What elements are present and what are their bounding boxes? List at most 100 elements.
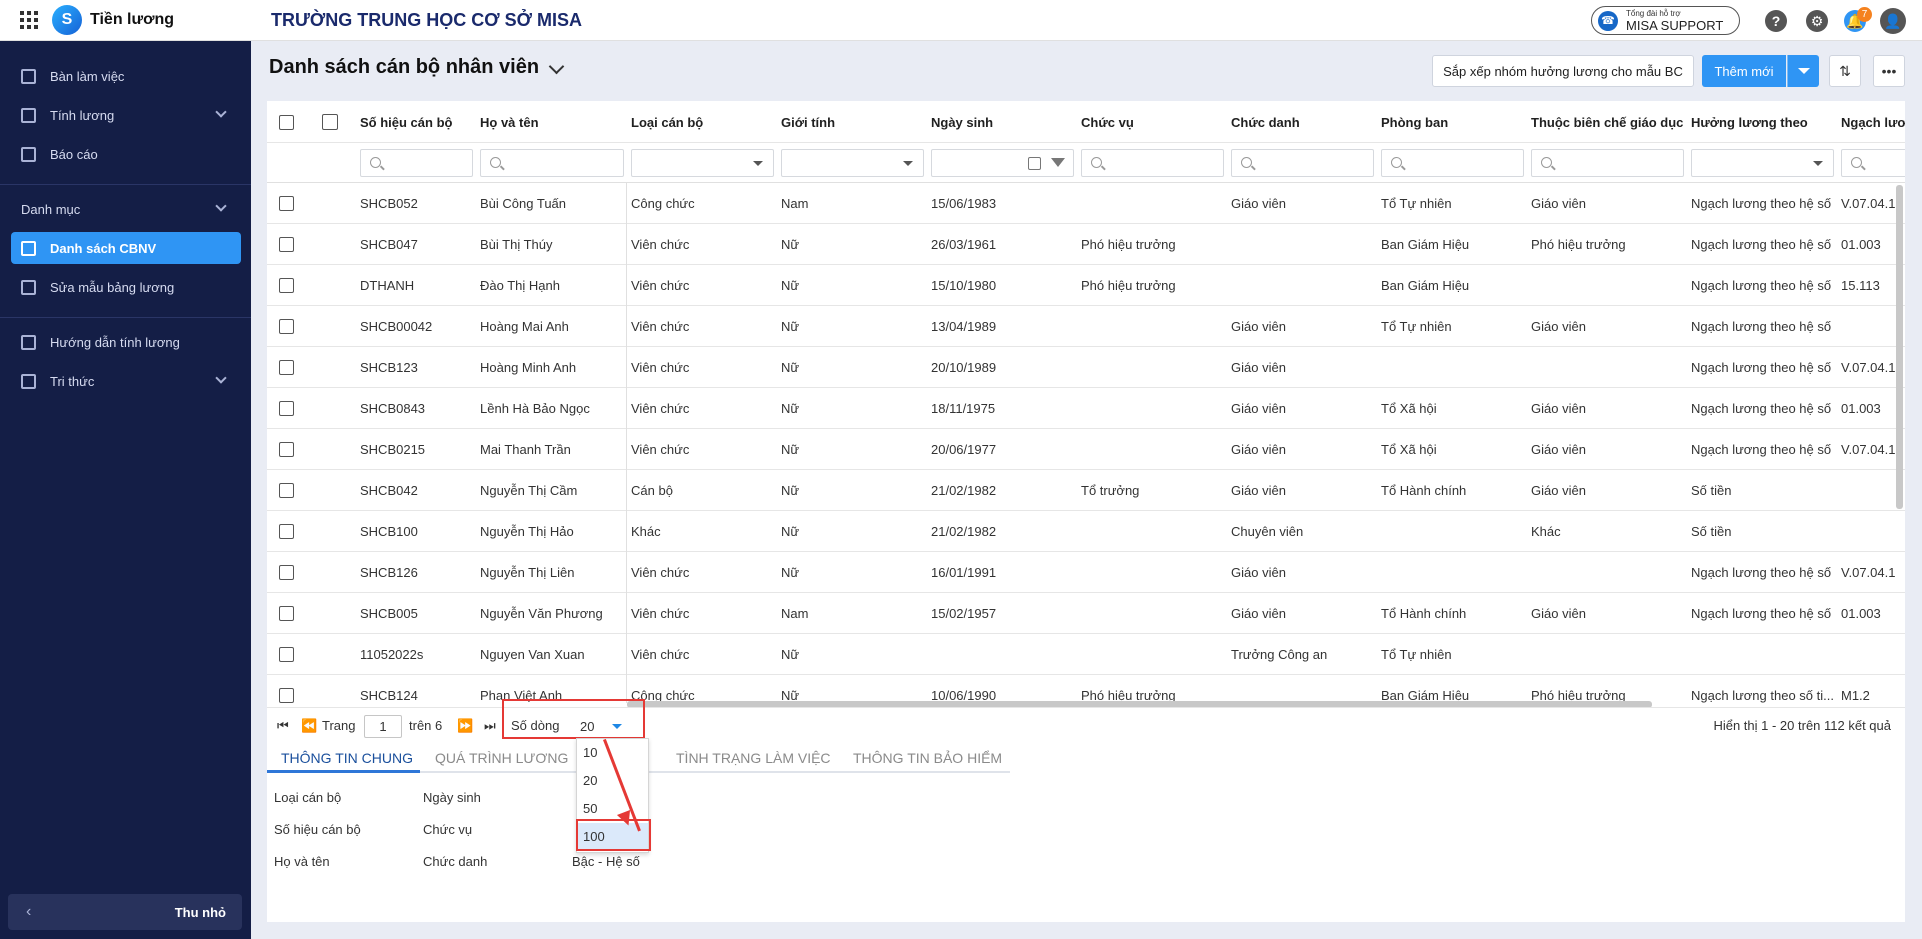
next-page-icon[interactable]: ⏩ [457, 718, 473, 734]
cell-salary-basis: Ngạch lương theo hệ số [1691, 565, 1832, 580]
search-icon [1241, 157, 1252, 168]
sidebar-item-workspace[interactable]: Bàn làm việc [11, 60, 241, 92]
table-row[interactable]: SHCB005 Nguyễn Văn Phương Viên chức Nam 15/0… [267, 593, 1905, 634]
sidebar-item-label: Bàn làm việc [50, 68, 125, 84]
row-checkbox[interactable] [279, 524, 294, 539]
col-header[interactable]: Chức vụ [1081, 115, 1134, 130]
sidebar-item-reports[interactable]: Báo cáo [11, 138, 241, 170]
tab-work-status[interactable]: TÌNH TRẠNG LÀM VIỆC [676, 750, 831, 766]
row-checkbox[interactable] [279, 237, 294, 252]
table-row[interactable]: SHCB0215 Mai Thanh Trần Viên chức Nữ 20/06/1… [267, 429, 1905, 470]
apps-grid-icon[interactable] [20, 11, 38, 29]
row-checkbox[interactable] [279, 483, 294, 498]
avatar[interactable]: 👤 [1880, 8, 1906, 34]
page-number-input[interactable]: 1 [364, 715, 402, 738]
filter-staffing-input[interactable] [1531, 149, 1684, 177]
filter-title-input[interactable] [1231, 149, 1374, 177]
table-row[interactable]: SHCB047 Bùi Thị Thúy Viên chức Nữ 26/03/1961… [267, 224, 1905, 265]
add-new-dropdown-button[interactable] [1787, 55, 1819, 87]
table-row[interactable]: SHCB123 Hoàng Minh Anh Viên chức Nữ 20/10/19… [267, 347, 1905, 388]
table-row[interactable]: SHCB00042 Hoàng Mai Anh Viên chức Nữ 13/04/1… [267, 306, 1905, 347]
col-header[interactable]: Giới tính [781, 115, 835, 130]
filter-department-input[interactable] [1381, 149, 1524, 177]
filter-gender-select[interactable] [781, 149, 924, 177]
highlight-box-option-100 [576, 819, 651, 851]
cell-birth-date: 26/03/1961 [931, 237, 997, 252]
col-header[interactable]: Số hiệu cán bộ [360, 115, 452, 130]
calendar-icon[interactable] [1028, 157, 1041, 170]
filter-type-select[interactable] [631, 149, 774, 177]
table-row[interactable]: SHCB100 Nguyễn Thị Hảo Khác Nữ 21/02/1982 Chu… [267, 511, 1905, 552]
table-row[interactable]: SHCB052 Bùi Công Tuấn Công chức Nam 15/06/19… [267, 183, 1905, 224]
col-header[interactable]: Ngạch lương [1841, 115, 1905, 130]
help-icon[interactable]: ? [1765, 10, 1787, 32]
sort-groups-button[interactable]: Sắp xếp nhóm hưởng lương cho mẫu BC [1432, 55, 1694, 87]
row-checkbox[interactable] [279, 688, 294, 703]
col-header[interactable]: Phòng ban [1381, 115, 1448, 130]
filter-salary-grade-input[interactable] [1841, 149, 1905, 177]
row-checkbox[interactable] [279, 401, 294, 416]
cell-full-name: Hoàng Mai Anh [480, 319, 569, 334]
cell-gender: Nữ [781, 401, 800, 416]
sidebar-item-catalog[interactable]: Danh mục [11, 193, 241, 225]
filter-name-input[interactable] [480, 149, 624, 177]
support-button[interactable]: ☎ Tổng đài hỗ trợ MISA SUPPORT [1591, 6, 1740, 35]
cell-full-name: Hoàng Minh Anh [480, 360, 577, 375]
collapse-sidebar-button[interactable]: ‹ Thu nhỏ [8, 894, 242, 930]
cell-job-title: Giáo viên [1231, 196, 1286, 211]
column-layout-icon[interactable] [322, 114, 338, 130]
cube-icon [21, 373, 36, 389]
rows-option[interactable]: 20 [577, 767, 648, 795]
cell-staff-id: SHCB047 [360, 237, 418, 252]
vertical-scrollbar[interactable] [1896, 185, 1903, 509]
row-checkbox[interactable] [279, 565, 294, 580]
filter-position-input[interactable] [1081, 149, 1224, 177]
filter-icon[interactable] [1051, 158, 1065, 167]
table-row[interactable]: SHCB042 Nguyễn Thị Cầm Cán bộ Nữ 21/02/1982 T… [267, 470, 1905, 511]
sort-icon[interactable]: ⇅ [1829, 55, 1861, 87]
cell-staff-type: Công chức [631, 196, 695, 211]
row-checkbox[interactable] [279, 606, 294, 621]
search-icon [1091, 157, 1102, 168]
sidebar-item-payroll[interactable]: Tính lương [11, 99, 241, 131]
table-row[interactable]: SHCB126 Nguyễn Thị Liên Viên chức Nữ 16/01/1… [267, 552, 1905, 593]
row-checkbox[interactable] [279, 319, 294, 334]
first-page-icon[interactable]: ⏮ [277, 718, 289, 734]
row-checkbox[interactable] [279, 278, 294, 293]
sidebar-item-guide[interactable]: Hướng dẫn tính lương [11, 326, 241, 358]
table-row[interactable]: 11052022s Nguyen Van Xuan Viên chức Nữ Trưởn… [267, 634, 1905, 675]
more-options-icon[interactable]: ••• [1873, 55, 1905, 87]
filter-salary-basis-select[interactable] [1691, 149, 1834, 177]
tab-salary-history[interactable]: QUÁ TRÌNH LƯƠNG [435, 750, 568, 766]
sidebar-item-knowledge[interactable]: Tri thức [11, 365, 241, 397]
last-page-icon[interactable]: ⏭ [484, 718, 496, 734]
table-row[interactable]: SHCB0843 Lềnh Hà Bảo Ngọc Viên chức Nữ 18/11… [267, 388, 1905, 429]
select-all-checkbox[interactable] [279, 115, 294, 130]
chevron-down-icon[interactable] [548, 58, 565, 75]
tab-general-info[interactable]: THÔNG TIN CHUNG [281, 750, 413, 766]
col-header[interactable]: Hưởng lương theo [1691, 115, 1808, 130]
gear-icon[interactable]: ⚙ [1806, 10, 1828, 32]
row-checkbox[interactable] [279, 647, 294, 662]
cell-salary-basis: Ngạch lương theo hệ số [1691, 319, 1832, 334]
col-header[interactable]: Ngày sinh [931, 115, 993, 130]
col-header[interactable]: Họ và tên [480, 115, 539, 130]
col-header[interactable]: Loại cán bộ [631, 115, 703, 130]
row-checkbox[interactable] [279, 360, 294, 375]
cell-gender: Nữ [781, 237, 800, 252]
row-checkbox[interactable] [279, 442, 294, 457]
sidebar-item-edit-template[interactable]: Sửa mẫu bảng lương [11, 271, 241, 303]
filter-birthdate-input[interactable] [931, 149, 1074, 177]
col-header[interactable]: Chức danh [1231, 115, 1300, 130]
tab-insurance-info[interactable]: THÔNG TIN BẢO HIỂM [853, 750, 1002, 766]
table-row[interactable]: DTHANH Đào Thị Hạnh Viên chức Nữ 15/10/1980 P… [267, 265, 1905, 306]
cell-salary-basis: Ngạch lương theo hệ số [1691, 442, 1832, 457]
filter-staff-id-input[interactable] [360, 149, 473, 177]
row-checkbox[interactable] [279, 196, 294, 211]
cell-staff-type: Cán bộ [631, 483, 673, 498]
col-header[interactable]: Thuộc biên chế giáo dục [1531, 115, 1683, 130]
prev-page-icon[interactable]: ⏪ [301, 718, 317, 734]
sidebar-item-staff-list[interactable]: Danh sách CBNV [11, 232, 241, 264]
add-new-button[interactable]: Thêm mới [1702, 55, 1786, 87]
detail-label: Bậc - Hệ số [572, 854, 640, 869]
